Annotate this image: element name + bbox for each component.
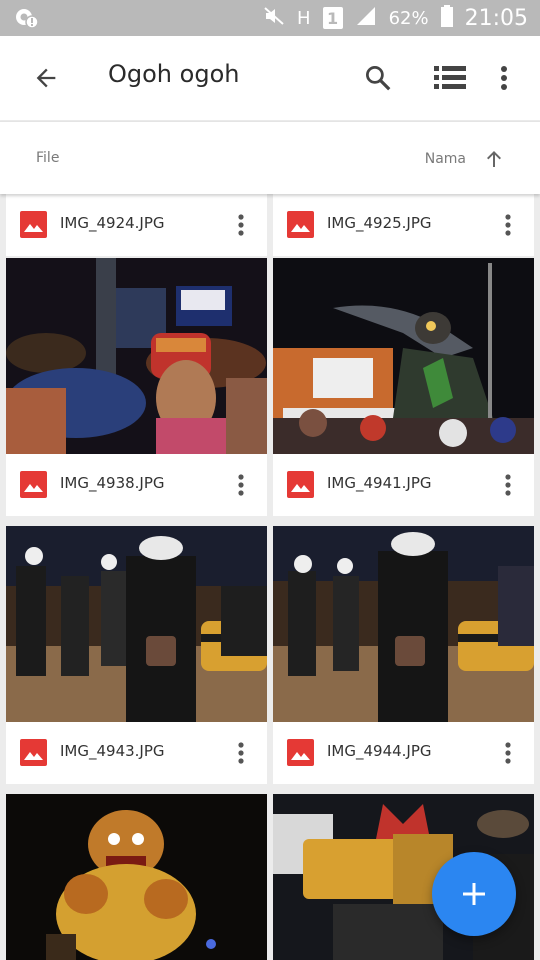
image-file-icon [20,739,47,766]
file-more-button[interactable] [490,733,526,773]
network-type-label: H [297,7,311,29]
overflow-menu-button[interactable] [486,58,522,98]
app-bar: Ogoh ogoh [0,36,540,120]
file-name: IMG_4924.JPG [60,214,165,232]
file-name: IMG_4925.JPG [327,214,432,232]
image-thumbnail[interactable] [6,526,267,722]
file-name: IMG_4938.JPG [60,474,165,492]
back-arrow-icon [36,68,56,88]
file-card-footer: IMG_4941.JPG [273,454,534,516]
image-thumbnail[interactable] [6,794,267,960]
battery-percent: 62% [388,7,429,29]
search-icon [366,66,391,91]
search-button[interactable] [358,58,398,98]
file-name: IMG_4944.JPG [327,742,432,760]
file-more-button[interactable] [490,205,526,245]
file-name: IMG_4941.JPG [327,474,432,492]
plus-icon [463,883,485,905]
sort-by-name-button[interactable]: Nama [425,142,504,176]
image-file-icon [287,739,314,766]
notification-alert-icon [14,6,40,30]
status-bar: H 1 62% 21:05 [0,0,540,36]
list-view-icon [434,66,466,89]
image-thumbnail[interactable] [6,258,267,454]
more-vert-icon [238,474,244,496]
file-card-footer: IMG_4944.JPG [273,722,534,784]
image-file-icon [20,211,47,238]
sim-label: 1 [327,8,339,28]
sim-icon: 1 [322,7,343,29]
back-button[interactable] [26,58,66,98]
file-more-button[interactable] [490,465,526,505]
more-vert-icon [238,214,244,236]
file-card[interactable]: IMG_4924.JPG [6,194,267,256]
mute-icon [263,6,285,30]
more-vert-icon [501,66,507,90]
file-card[interactable]: IMG_4944.JPG [273,526,534,784]
file-card-footer: IMG_4924.JPG [6,194,267,256]
list-view-button[interactable] [430,58,470,98]
sort-label: Nama [424,151,466,167]
page-title: Ogoh ogoh [108,60,240,88]
file-card-footer: IMG_4925.JPG [273,194,534,256]
image-file-icon [287,211,314,238]
status-icons: H 1 62% 21:05 [263,0,528,36]
image-file-icon [20,471,47,498]
file-card[interactable]: IMG_4943.JPG [6,526,267,784]
image-thumbnail[interactable] [273,258,534,454]
file-card[interactable]: IMG_4938.JPG [6,258,267,516]
more-vert-icon [238,742,244,764]
image-file-icon [287,471,314,498]
more-vert-icon [505,214,511,236]
file-more-button[interactable] [223,465,259,505]
arrow-up-icon [487,151,501,167]
battery-icon [440,5,453,31]
section-label: File [36,150,60,166]
more-vert-icon [505,742,511,764]
clock: 21:05 [464,5,528,31]
file-card-footer: IMG_4943.JPG [6,722,267,784]
file-name: IMG_4943.JPG [60,742,165,760]
image-thumbnail[interactable] [273,526,534,722]
signal-icon [355,6,377,30]
file-more-button[interactable] [223,733,259,773]
file-more-button[interactable] [223,205,259,245]
sort-header: File Nama [0,121,540,194]
add-fab-button[interactable] [432,852,516,936]
file-card[interactable]: IMG_4925.JPG [273,194,534,256]
file-card-footer: IMG_4938.JPG [6,454,267,516]
more-vert-icon [505,474,511,496]
file-card[interactable] [6,794,267,960]
file-grid: IMG_4924.JPG IMG_4925.JPG IMG_4938.JPG I… [0,194,540,960]
file-card[interactable]: IMG_4941.JPG [273,258,534,516]
